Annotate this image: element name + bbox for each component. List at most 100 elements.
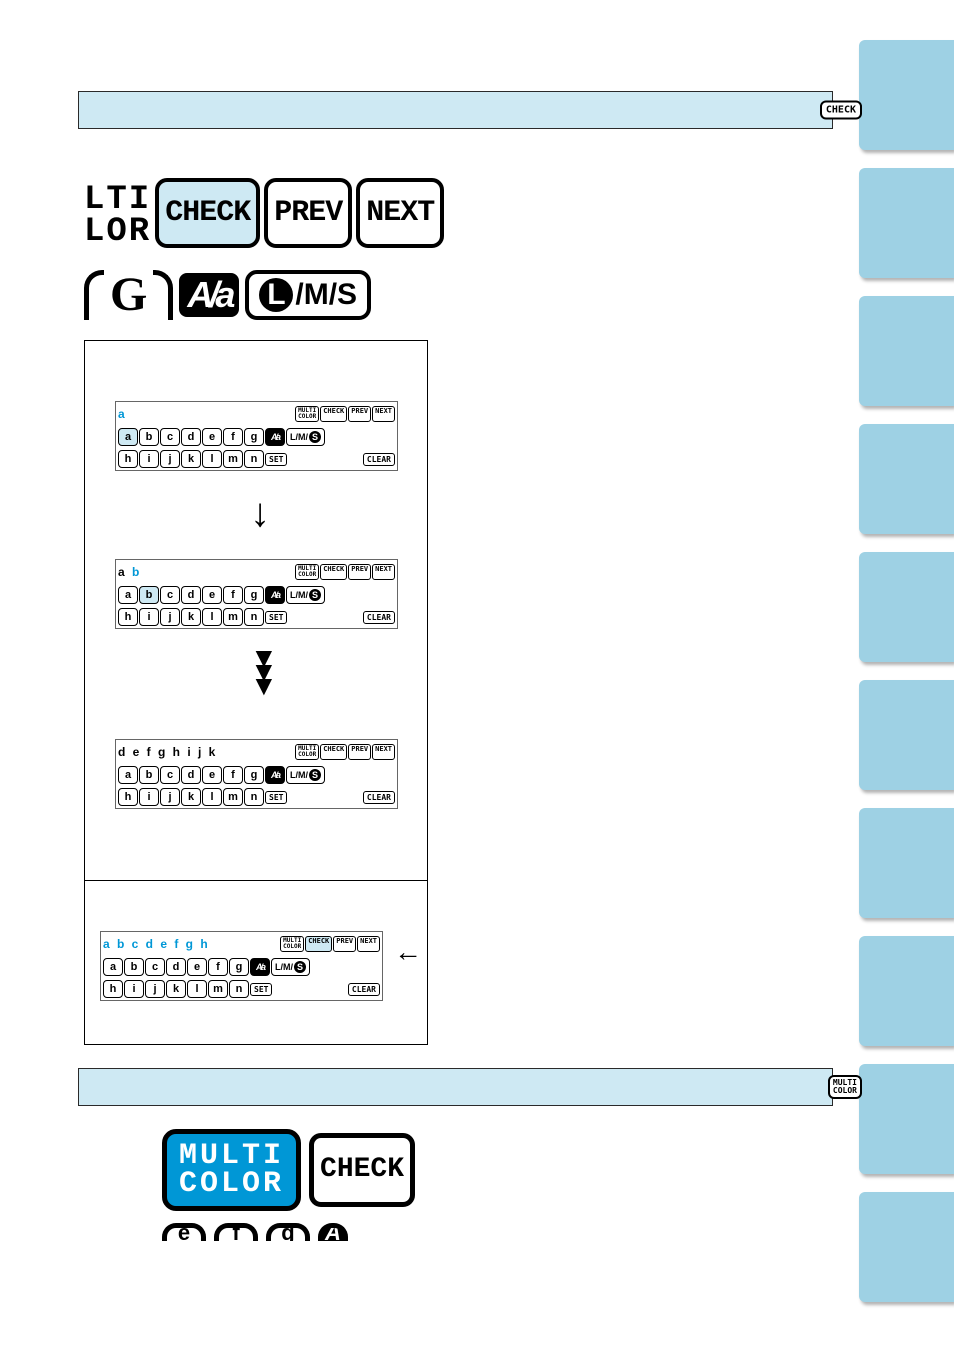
tab-g[interactable]: g xyxy=(266,1223,310,1241)
side-tab[interactable] xyxy=(859,168,954,278)
key-m[interactable]: m xyxy=(223,608,243,626)
prev-button[interactable]: PREV xyxy=(264,178,352,248)
prev-button[interactable]: PREV xyxy=(348,564,371,580)
key-l[interactable]: l xyxy=(202,788,222,806)
key-a[interactable]: a xyxy=(118,586,138,604)
set-button[interactable]: SET xyxy=(265,611,287,624)
side-tab[interactable] xyxy=(859,1064,954,1174)
key-b[interactable]: b xyxy=(139,428,159,446)
key-i[interactable]: i xyxy=(139,450,159,468)
key-l[interactable]: l xyxy=(202,608,222,626)
side-tab[interactable] xyxy=(859,680,954,790)
key-k[interactable]: k xyxy=(181,608,201,626)
case-toggle[interactable]: A/a xyxy=(265,766,285,784)
set-button[interactable]: SET xyxy=(265,791,287,804)
key-g[interactable]: g xyxy=(244,586,264,604)
check-button[interactable]: CHECK xyxy=(155,178,260,248)
key-d[interactable]: d xyxy=(166,958,186,976)
key-l[interactable]: l xyxy=(187,980,207,998)
key-e[interactable]: e xyxy=(187,958,207,976)
key-b[interactable]: b xyxy=(139,766,159,784)
next-button[interactable]: NEXT xyxy=(357,936,380,952)
key-m[interactable]: m xyxy=(208,980,228,998)
size-lms-button[interactable]: L/M/S xyxy=(245,270,371,320)
check-button[interactable]: CHECK xyxy=(309,1133,415,1207)
set-button[interactable]: SET xyxy=(250,983,272,996)
set-button[interactable]: SET xyxy=(265,453,287,466)
key-f[interactable]: f xyxy=(223,766,243,784)
key-c[interactable]: c xyxy=(160,428,180,446)
key-n[interactable]: n xyxy=(229,980,249,998)
prev-button[interactable]: PREV xyxy=(348,744,371,760)
next-button[interactable]: NEXT xyxy=(372,406,395,422)
key-j[interactable]: j xyxy=(160,608,180,626)
key-e[interactable]: e xyxy=(202,766,222,784)
multi-color-button[interactable]: MULTICOLOR xyxy=(295,564,319,580)
key-g[interactable]: g xyxy=(244,766,264,784)
prev-button[interactable]: PREV xyxy=(333,936,356,952)
side-tab[interactable] xyxy=(859,936,954,1046)
key-n[interactable]: n xyxy=(244,450,264,468)
key-g[interactable]: g xyxy=(244,428,264,446)
key-h[interactable]: h xyxy=(118,788,138,806)
key-h[interactable]: h xyxy=(118,608,138,626)
multi-color-button[interactable]: MULTICOLOR xyxy=(295,744,319,760)
key-e[interactable]: e xyxy=(202,428,222,446)
key-j[interactable]: j xyxy=(160,788,180,806)
key-k[interactable]: k xyxy=(181,450,201,468)
side-tab[interactable] xyxy=(859,40,954,150)
key-f[interactable]: f xyxy=(208,958,228,976)
side-tab[interactable] xyxy=(859,552,954,662)
next-button[interactable]: NEXT xyxy=(356,178,444,248)
key-i[interactable]: i xyxy=(139,608,159,626)
multi-color-button[interactable]: MULTICOLOR xyxy=(280,936,304,952)
next-button[interactable]: NEXT xyxy=(372,564,395,580)
side-tab[interactable] xyxy=(859,808,954,918)
key-j[interactable]: j xyxy=(160,450,180,468)
key-a[interactable]: a xyxy=(118,766,138,784)
prev-button[interactable]: PREV xyxy=(348,406,371,422)
key-g[interactable]: g xyxy=(229,958,249,976)
case-toggle[interactable]: A/a xyxy=(179,273,239,317)
key-a[interactable]: a xyxy=(118,428,138,446)
multi-color-button[interactable]: MULTICOLOR xyxy=(295,406,319,422)
key-m[interactable]: m xyxy=(223,788,243,806)
key-k[interactable]: k xyxy=(181,788,201,806)
key-h[interactable]: h xyxy=(103,980,123,998)
size-lms-button[interactable]: L/M/S xyxy=(286,766,325,784)
clear-button[interactable]: CLEAR xyxy=(348,983,380,996)
key-b[interactable]: b xyxy=(139,586,159,604)
case-toggle[interactable]: A/a xyxy=(265,586,285,604)
key-a[interactable]: a xyxy=(103,958,123,976)
size-lms-button[interactable]: L/M/S xyxy=(271,958,310,976)
next-button[interactable]: NEXT xyxy=(372,744,395,760)
case-toggle[interactable]: A/a xyxy=(265,428,285,446)
key-m[interactable]: m xyxy=(223,450,243,468)
key-b[interactable]: b xyxy=(124,958,144,976)
size-lms-button[interactable]: L/M/S xyxy=(286,586,325,604)
tab-f[interactable]: f xyxy=(214,1223,258,1241)
check-button[interactable]: CHECK xyxy=(305,936,332,952)
key-c[interactable]: c xyxy=(160,586,180,604)
clear-button[interactable]: CLEAR xyxy=(363,453,395,466)
tab-e[interactable]: e xyxy=(162,1223,206,1241)
key-l[interactable]: l xyxy=(202,450,222,468)
side-tab[interactable] xyxy=(859,424,954,534)
size-lms-button[interactable]: L/M/S xyxy=(286,428,325,446)
clear-button[interactable]: CLEAR xyxy=(363,611,395,624)
key-d[interactable]: d xyxy=(181,766,201,784)
key-j[interactable]: j xyxy=(145,980,165,998)
case-toggle[interactable]: A/a xyxy=(250,958,270,976)
check-button[interactable]: CHECK xyxy=(320,406,347,422)
key-f[interactable]: f xyxy=(223,586,243,604)
multi-color-button[interactable]: MULTICOLOR xyxy=(162,1129,301,1211)
key-f[interactable]: f xyxy=(223,428,243,446)
key-c[interactable]: c xyxy=(160,766,180,784)
key-k[interactable]: k xyxy=(166,980,186,998)
key-e[interactable]: e xyxy=(202,586,222,604)
key-d[interactable]: d xyxy=(181,428,201,446)
key-i[interactable]: i xyxy=(139,788,159,806)
key-n[interactable]: n xyxy=(244,608,264,626)
case-toggle[interactable]: A xyxy=(318,1223,348,1241)
key-h[interactable]: h xyxy=(118,450,138,468)
